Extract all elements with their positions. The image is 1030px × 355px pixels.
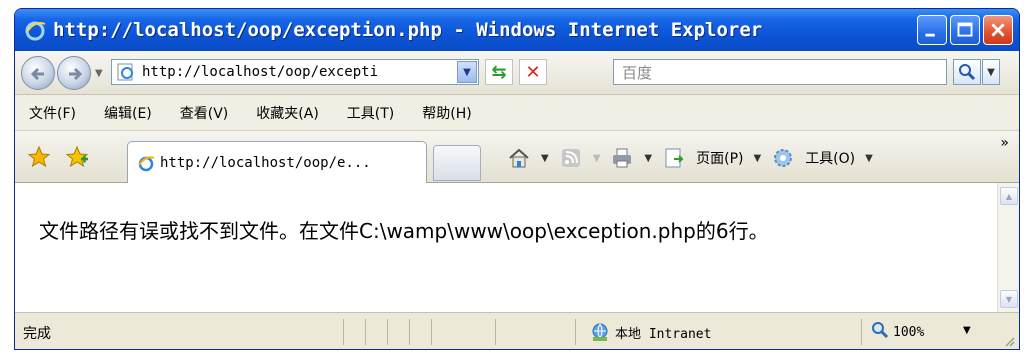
page-content: 文件路径有误或找不到文件。在文件C:\wamp\www\oop\exceptio… <box>15 183 1019 312</box>
status-text: 完成 <box>23 326 51 342</box>
error-message: 文件路径有误或找不到文件。在文件C:\wamp\www\oop\exceptio… <box>39 219 769 243</box>
zoom-label: 100% <box>893 324 925 340</box>
back-button[interactable] <box>21 56 55 90</box>
stop-button[interactable]: ✕ <box>519 59 547 85</box>
forward-arrow-icon <box>69 67 83 81</box>
tab-title: http://localhost/oop/e... <box>160 154 371 171</box>
tools-dropdown[interactable]: ▼ <box>865 153 873 164</box>
menu-tools[interactable]: 工具(T) <box>347 103 394 123</box>
page-icon <box>136 153 156 173</box>
page-icon <box>116 62 136 82</box>
intranet-globe-icon <box>589 321 611 343</box>
status-divider <box>575 319 576 345</box>
refresh-button[interactable]: ⇆ <box>485 59 513 85</box>
gear-icon[interactable] <box>771 146 795 170</box>
add-favorites-icon[interactable] <box>65 145 89 169</box>
tab-active[interactable]: http://localhost/oop/e... <box>127 141 427 183</box>
maximize-button[interactable] <box>950 15 980 45</box>
address-toolbar: ▼ http://localhost/oop/excepti ▼ ⇆ ✕ 百度 <box>15 51 1019 95</box>
menu-favorites[interactable]: 收藏夹(A) <box>256 103 319 123</box>
address-input[interactable]: http://localhost/oop/excepti <box>142 64 452 80</box>
search-input[interactable]: 百度 <box>613 59 947 85</box>
menu-edit[interactable]: 编辑(E) <box>104 103 152 123</box>
status-divider <box>495 319 496 345</box>
address-bar[interactable]: http://localhost/oop/excepti ▼ <box>111 59 479 85</box>
status-divider <box>409 319 410 345</box>
page-dropdown[interactable]: ▼ <box>753 153 761 164</box>
status-divider <box>343 319 344 345</box>
search-icon <box>959 64 976 81</box>
ie-logo-icon <box>23 18 47 42</box>
back-arrow-icon <box>30 67 44 81</box>
rss-feed-icon[interactable] <box>559 146 583 170</box>
home-icon[interactable] <box>507 146 531 170</box>
history-dropdown[interactable]: ▼ <box>95 68 103 79</box>
toolbar-overflow-chevron[interactable]: » <box>1000 135 1009 151</box>
tools-menu-button[interactable]: 工具(O) <box>805 148 855 168</box>
address-dropdown-icon[interactable]: ▼ <box>457 61 477 83</box>
menu-view[interactable]: 查看(V) <box>180 103 229 123</box>
zone-label: 本地 Intranet <box>615 326 712 342</box>
status-divider <box>861 319 862 345</box>
minimize-button[interactable] <box>917 15 947 45</box>
scroll-down-button[interactable]: ▼ <box>1000 290 1018 308</box>
page-menu-icon[interactable] <box>662 146 686 170</box>
home-dropdown[interactable]: ▼ <box>541 153 549 164</box>
stop-icon: ✕ <box>525 61 541 83</box>
close-button[interactable] <box>983 15 1013 45</box>
menu-bar: 文件(F) 编辑(E) 查看(V) 收藏夹(A) 工具(T) 帮助(H) <box>15 95 1019 131</box>
page-menu-button[interactable]: 页面(P) <box>696 148 743 168</box>
window-title: http://localhost/oop/exception.php - Win… <box>53 19 763 41</box>
search-placeholder: 百度 <box>622 63 653 82</box>
scroll-up-button[interactable]: ▲ <box>1000 187 1018 205</box>
status-divider <box>387 319 388 345</box>
zoom-level[interactable]: 100% <box>871 321 924 343</box>
menu-file[interactable]: 文件(F) <box>29 103 76 123</box>
menu-help[interactable]: 帮助(H) <box>422 103 471 123</box>
title-bar[interactable]: http://localhost/oop/exception.php - Win… <box>15 9 1019 51</box>
status-divider <box>365 319 366 345</box>
favorites-star-icon[interactable] <box>27 145 51 169</box>
tab-bar: http://localhost/oop/e... ▼ ▼ ▼ 页面(P) ▼ <box>15 131 1019 183</box>
resize-grip-icon[interactable] <box>1003 335 1015 347</box>
security-zone[interactable]: 本地 Intranet <box>589 321 711 343</box>
zoom-icon <box>871 321 889 343</box>
command-bar: ▼ ▼ ▼ 页面(P) ▼ 工具(O) ▼ <box>507 145 873 171</box>
search-button[interactable] <box>953 59 981 85</box>
zoom-dropdown[interactable]: ▼ <box>963 325 971 336</box>
status-bar: 完成 本地 Intranet 100% ▼ <box>15 312 1019 349</box>
status-divider <box>431 319 432 345</box>
forward-button[interactable] <box>57 56 91 90</box>
new-tab-button[interactable] <box>433 145 481 181</box>
refresh-icon: ⇆ <box>491 61 507 83</box>
browser-window: http://localhost/oop/exception.php - Win… <box>14 8 1020 350</box>
search-options-button[interactable]: ▼ <box>982 59 1000 85</box>
print-icon[interactable] <box>610 146 634 170</box>
vertical-scrollbar[interactable]: ▲ ▼ <box>997 183 1019 312</box>
print-dropdown[interactable]: ▼ <box>644 153 652 164</box>
feeds-dropdown[interactable]: ▼ <box>593 153 601 164</box>
